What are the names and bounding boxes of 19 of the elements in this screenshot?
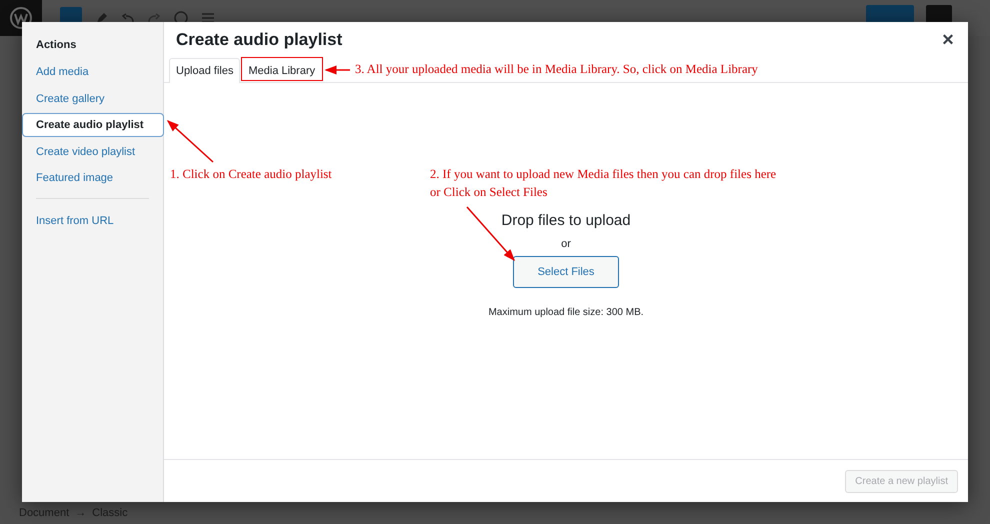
- sidebar-item[interactable]: Add media: [22, 60, 163, 84]
- sidebar-item[interactable]: Create gallery: [22, 86, 163, 110]
- sidebar-item[interactable]: Featured image: [22, 166, 163, 190]
- annotation-text: 2. If you want to upload new Media files then you can drop files here or Click on Select Files: [430, 166, 776, 201]
- sidebar-item[interactable]: Insert from URL: [22, 209, 163, 233]
- close-button[interactable]: ×: [940, 28, 956, 52]
- annotation-text: 1. Click on Create audio playlist: [170, 166, 332, 183]
- annotation-text: 3. All your uploaded media will be in Media Library. So, click on Media Library: [355, 61, 758, 78]
- arrow-separator: →: [75, 507, 86, 519]
- sidebar-item[interactable]: Create video playlist: [22, 140, 163, 164]
- dialog-title: Create audio playlist: [176, 30, 342, 50]
- sidebar-item[interactable]: Create audio playlist: [22, 113, 164, 137]
- select-files-button[interactable]: Select Files: [513, 256, 619, 288]
- drop-heading: Drop files to upload: [501, 212, 631, 231]
- tab[interactable]: Upload files: [169, 58, 240, 83]
- sidebar-heading: Actions: [35, 38, 78, 53]
- upload-limit-note: Maximum upload file size: 300 MB.: [488, 307, 644, 318]
- or-label: or: [561, 238, 571, 250]
- tab[interactable]: Media Library: [241, 58, 322, 83]
